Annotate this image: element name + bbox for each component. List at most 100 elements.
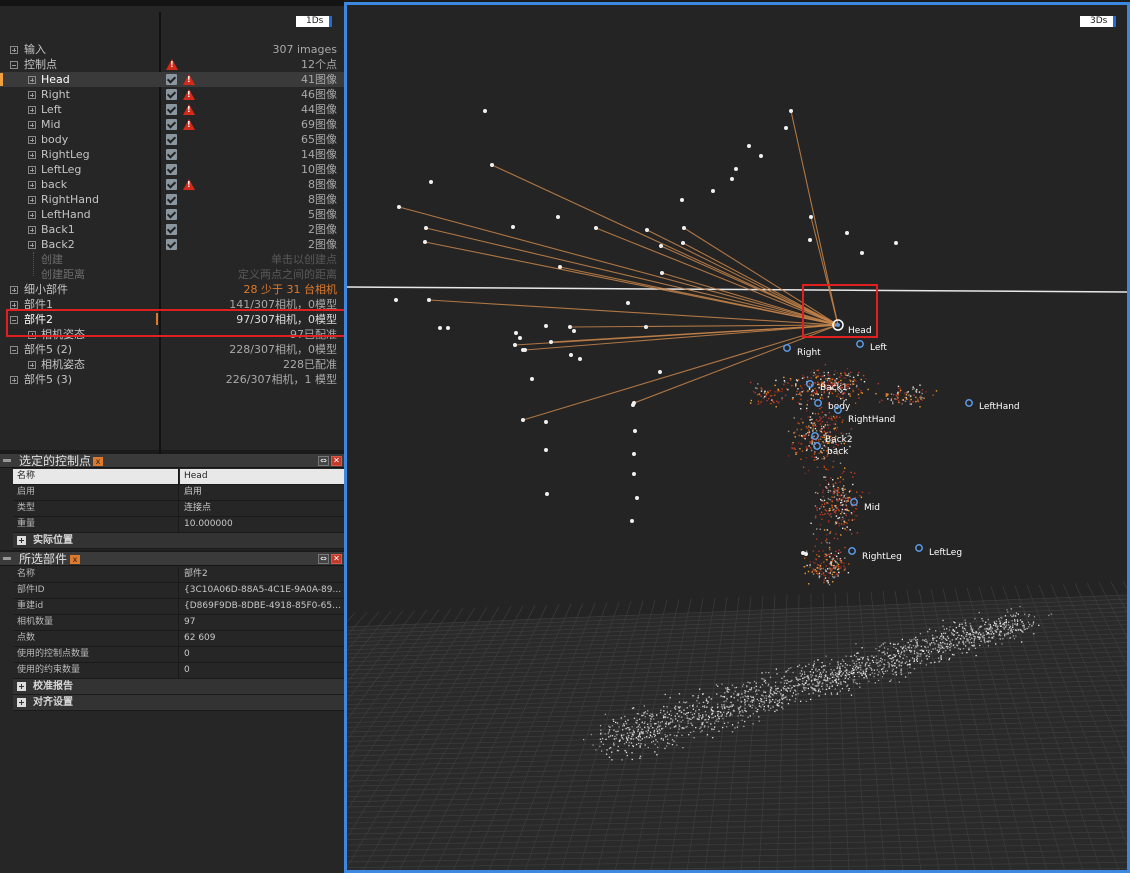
collapse-icon[interactable] <box>10 346 18 354</box>
pin-icon[interactable]: x <box>93 457 103 466</box>
expand-icon[interactable] <box>28 91 36 99</box>
tree-row-head[interactable]: Head 41图像 <box>0 72 344 87</box>
enabled-checkbox[interactable] <box>166 194 177 205</box>
view-mode-badge[interactable]: 3Ds <box>1080 16 1117 27</box>
enabled-checkbox[interactable] <box>166 74 177 85</box>
property-value[interactable]: 97 <box>180 615 344 630</box>
tree-row-component-5-2[interactable]: 部件5 (2) 228/307相机，0模型 <box>0 342 344 357</box>
expand-icon[interactable] <box>28 166 36 174</box>
expand-icon[interactable] <box>28 181 36 189</box>
expand-icon[interactable] <box>10 376 18 384</box>
control-point-marker[interactable] <box>965 399 973 407</box>
property-value[interactable]: Head <box>180 469 344 484</box>
tree-value: 28 少于 31 台相机 <box>243 283 337 296</box>
enabled-checkbox[interactable] <box>166 104 177 115</box>
property-row-enabled[interactable]: 启用 启用 <box>13 485 344 501</box>
property-group-calibration-report[interactable]: 校准报告 <box>13 679 344 695</box>
tree-row-control-points[interactable]: 控制点 12个点 <box>0 57 344 72</box>
enabled-checkbox[interactable] <box>166 119 177 130</box>
float-icon[interactable]: ⇔ <box>318 456 329 466</box>
property-group-alignment-settings[interactable]: 对齐设置 <box>13 695 344 711</box>
expand-icon[interactable] <box>28 121 36 129</box>
property-value[interactable]: 0 <box>180 663 344 678</box>
enabled-checkbox[interactable] <box>166 239 177 250</box>
enabled-checkbox[interactable] <box>166 209 177 220</box>
tree-row-rightleg[interactable]: RightLeg 14图像 <box>0 147 344 162</box>
expand-icon[interactable] <box>10 301 18 309</box>
enabled-checkbox[interactable] <box>166 89 177 100</box>
tree-row-input[interactable]: 输入 307 images <box>0 42 344 57</box>
tree-row-mid[interactable]: Mid 69图像 <box>0 117 344 132</box>
expand-icon[interactable] <box>28 76 36 84</box>
enabled-checkbox[interactable] <box>166 164 177 175</box>
property-value[interactable]: 部件2 <box>180 567 344 582</box>
tree-row-back1[interactable]: Back1 2图像 <box>0 222 344 237</box>
property-value[interactable]: 62 609 <box>180 631 344 646</box>
property-row-point-count[interactable]: 点数 62 609 <box>13 631 344 647</box>
property-value[interactable]: 10.000000 <box>180 517 344 532</box>
tree-row-back[interactable]: back 8图像 <box>0 177 344 192</box>
enabled-checkbox[interactable] <box>166 134 177 145</box>
3d-viewport[interactable]: Head Right Left Back1 body RightHand LeftHand B… <box>344 2 1130 873</box>
pin-icon[interactable]: x <box>70 555 80 564</box>
expand-icon[interactable] <box>10 286 18 294</box>
property-key: 点数 <box>13 631 179 646</box>
tree-row-lefthand[interactable]: LeftHand 5图像 <box>0 207 344 222</box>
property-row-used-control-points[interactable]: 使用的控制点数量 0 <box>13 647 344 663</box>
enabled-checkbox[interactable] <box>166 179 177 190</box>
property-row-name[interactable]: 名称 部件2 <box>13 567 344 583</box>
tree-row-righthand[interactable]: RightHand 8图像 <box>0 192 344 207</box>
collapse-icon[interactable] <box>3 459 11 462</box>
property-row-type[interactable]: 类型 连接点 <box>13 501 344 517</box>
tree-row-create-distance[interactable]: 创建距离 定义两点之间的距离 <box>0 267 344 282</box>
tree-row-camera-poses[interactable]: 相机姿态 228已配准 <box>0 357 344 372</box>
collapse-icon[interactable] <box>10 61 18 69</box>
enabled-checkbox[interactable] <box>166 149 177 160</box>
expand-icon[interactable] <box>28 196 36 204</box>
view-mode-badge[interactable]: 1Ds <box>296 16 333 27</box>
close-icon[interactable]: ✕ <box>331 554 342 564</box>
property-row-name[interactable]: 名称 Head <box>13 469 344 485</box>
control-point-label: Left <box>870 343 887 353</box>
property-value[interactable]: 启用 <box>180 485 344 500</box>
tree-row-left[interactable]: Left 44图像 <box>0 102 344 117</box>
expand-icon[interactable] <box>28 211 36 219</box>
tree-label: 部件5 (3) <box>24 373 73 386</box>
enabled-checkbox[interactable] <box>166 224 177 235</box>
control-point-marker[interactable] <box>856 340 864 348</box>
property-value[interactable]: {D869F9DB-8DBE-4918-85F0-655... <box>180 599 344 614</box>
tree-row-back2[interactable]: Back2 2图像 <box>0 237 344 252</box>
expand-icon[interactable] <box>17 682 26 691</box>
expand-icon[interactable] <box>28 106 36 114</box>
expand-icon[interactable] <box>28 151 36 159</box>
property-row-camera-count[interactable]: 相机数量 97 <box>13 615 344 631</box>
tree-row-leftleg[interactable]: LeftLeg 10图像 <box>0 162 344 177</box>
expand-icon[interactable] <box>17 698 26 707</box>
point-cloud-scene[interactable]: HeadRight LeftBack1bodyRightHandLeftHandB… <box>347 5 1127 871</box>
property-value[interactable]: {3C10A06D-88A5-4C1E-9A0A-89... <box>180 583 344 598</box>
close-icon[interactable]: ✕ <box>331 456 342 466</box>
control-point-marker[interactable] <box>848 547 856 555</box>
tree-row-component-5-3[interactable]: 部件5 (3) 226/307相机，1 模型 <box>0 372 344 387</box>
tree-row-right[interactable]: Right 46图像 <box>0 87 344 102</box>
expand-icon[interactable] <box>28 361 36 369</box>
tree-row-create-point[interactable]: 创建 单击以创建点 <box>0 252 344 267</box>
property-row-component-id[interactable]: 部件ID {3C10A06D-88A5-4C1E-9A0A-89... <box>13 583 344 599</box>
float-icon[interactable]: ⇔ <box>318 554 329 564</box>
collapse-icon[interactable] <box>3 557 11 560</box>
control-point-marker[interactable] <box>915 544 923 552</box>
control-point-marker[interactable] <box>783 344 791 352</box>
expand-icon[interactable] <box>28 241 36 249</box>
property-value[interactable]: 0 <box>180 647 344 662</box>
tree-row-body[interactable]: body 65图像 <box>0 132 344 147</box>
expand-icon[interactable] <box>17 536 26 545</box>
property-group-actual-position[interactable]: 实际位置 <box>13 533 344 549</box>
tree-row-small-components[interactable]: 细小部件 28 少于 31 台相机 <box>0 282 344 297</box>
expand-icon[interactable] <box>28 226 36 234</box>
property-value[interactable]: 连接点 <box>180 501 344 516</box>
expand-icon[interactable] <box>10 46 18 54</box>
property-row-weight[interactable]: 重量 10.000000 <box>13 517 344 533</box>
property-row-reconstruction-id[interactable]: 重建id {D869F9DB-8DBE-4918-85F0-655... <box>13 599 344 615</box>
property-row-used-constraints[interactable]: 使用的约束数量 0 <box>13 663 344 679</box>
expand-icon[interactable] <box>28 136 36 144</box>
